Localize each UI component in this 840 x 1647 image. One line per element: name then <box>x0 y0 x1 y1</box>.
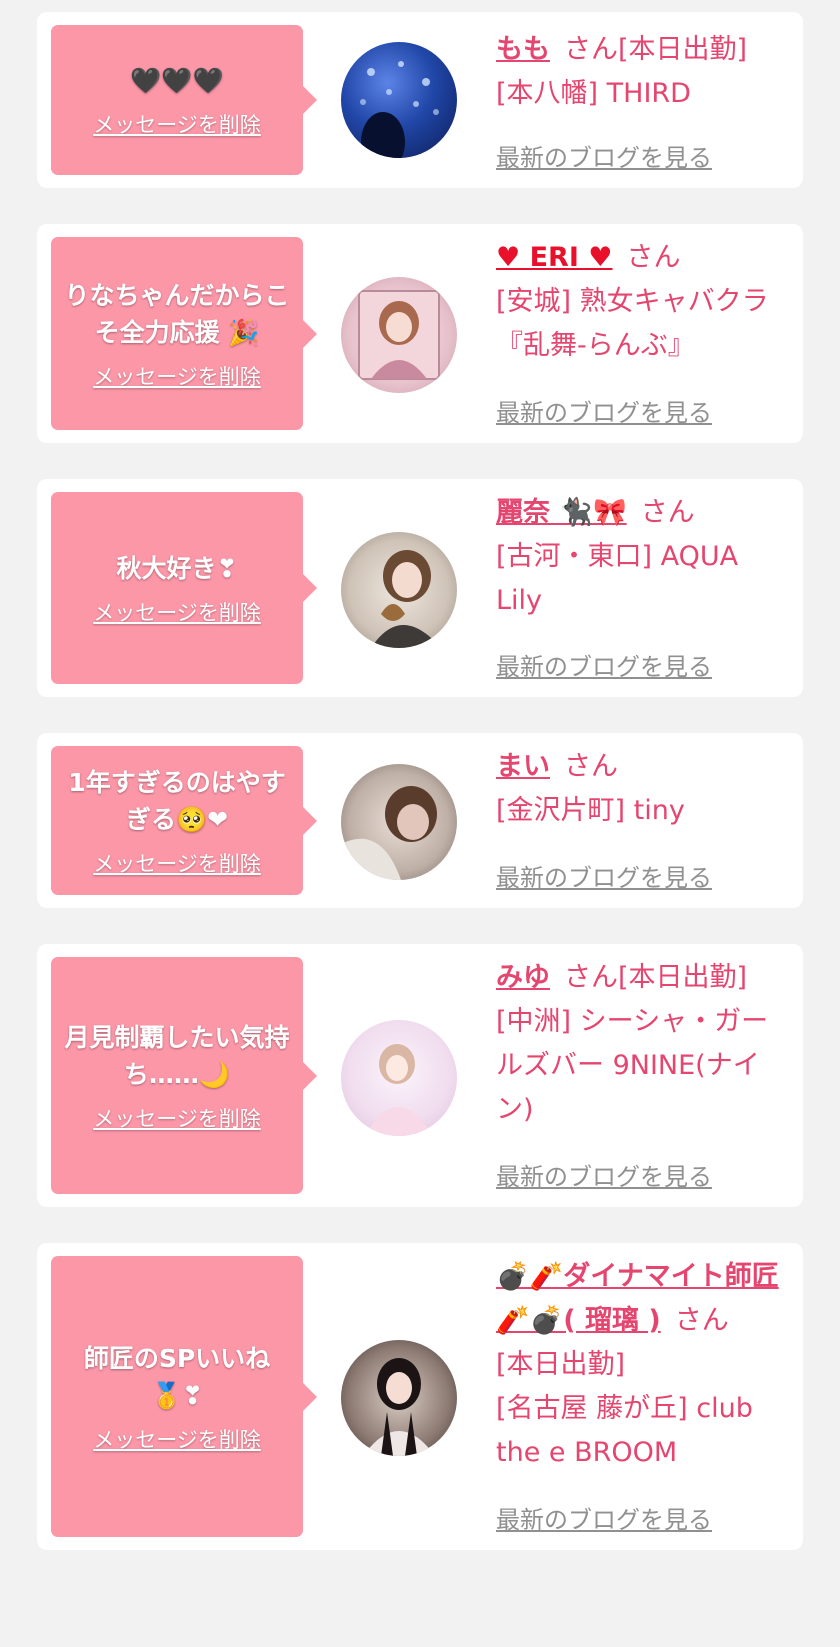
honorific: さん <box>640 497 695 528</box>
message-text: 月見制覇したい気持ち……🌙 <box>64 1022 290 1089</box>
message-bubble: 秋大好き❣ メッセージを削除 <box>51 492 317 684</box>
delete-message-link[interactable]: メッセージを削除 <box>93 1103 261 1133</box>
user-name-link[interactable]: 麗奈 🐈‍⬛🎀 <box>496 497 627 528</box>
latest-blog-link[interactable]: 最新のブログを見る <box>496 1157 712 1192</box>
delete-message-link[interactable]: メッセージを削除 <box>93 597 261 627</box>
avatar[interactable] <box>341 1020 457 1136</box>
user-name-link[interactable]: まい <box>496 751 550 782</box>
message-bubble: りなちゃんだからこそ全力応援 🎉 メッセージを削除 <box>51 237 317 430</box>
delete-message-link[interactable]: メッセージを削除 <box>93 848 261 878</box>
avatar-image <box>341 786 437 880</box>
user-info: 麗奈 🐈‍⬛🎀 さん [古河・東口] AQUA Lily <box>496 491 786 623</box>
list-item: りなちゃんだからこそ全力応援 🎉 メッセージを削除 ♥ ERI ♥ さん [安城]… <box>37 224 803 443</box>
user-name-link[interactable]: みゆ <box>496 962 550 993</box>
shop-name: [古河・東口] AQUA Lily <box>496 541 739 616</box>
delete-message-link[interactable]: メッセージを削除 <box>93 361 261 391</box>
avatar-image <box>365 1044 433 1136</box>
message-text: 秋大好き❣ <box>116 553 238 583</box>
avatar[interactable] <box>341 1340 457 1456</box>
status-badge: [本日出勤] <box>496 1349 626 1380</box>
honorific: さん <box>564 751 618 782</box>
message-bubble: 師匠のSPいいね🥇❣ メッセージを削除 <box>51 1256 317 1537</box>
user-name-link[interactable]: もも <box>496 34 550 65</box>
latest-blog-link[interactable]: 最新のブログを見る <box>496 1500 712 1535</box>
message-text: りなちゃんだからこそ全力応援 🎉 <box>64 280 290 347</box>
user-info: ♥ ERI ♥ さん [安城] 熟女キャバクラ『乱舞-らんぶ』 <box>496 236 786 368</box>
list-item: 🖤🖤🖤 メッセージを削除 もも さん[本日出勤] [本八幡] THIRD 最新のブ… <box>37 12 803 188</box>
avatar[interactable] <box>341 42 457 158</box>
shop-name: [本八幡] THIRD <box>496 78 691 109</box>
user-info: みゆ さん[本日出勤] [中洲] シーシャ・ガールズバー 9NINE(ナイン) <box>496 956 786 1132</box>
shop-name: [安城] 熟女キャバクラ『乱舞-らんぶ』 <box>496 286 769 361</box>
honorific: さん <box>564 34 618 65</box>
message-text: 🖤🖤🖤 <box>130 65 224 95</box>
delete-message-link[interactable]: メッセージを削除 <box>93 1424 261 1454</box>
user-name-link[interactable]: ♥ ERI ♥ <box>496 242 613 273</box>
avatar-image <box>358 290 440 380</box>
status-badge: [本日出勤] <box>618 34 748 65</box>
message-list: 🖤🖤🖤 メッセージを削除 もも さん[本日出勤] [本八幡] THIRD 最新のブ… <box>0 0 840 1647</box>
user-info: 💣🧨ダイナマイト師匠🧨💣( 瑠璃 ) さん [本日出勤] [名古屋 藤が丘] cl… <box>496 1255 786 1475</box>
latest-blog-link[interactable]: 最新のブログを見る <box>496 647 712 682</box>
honorific: さん <box>626 242 681 273</box>
avatar-image <box>360 61 439 158</box>
list-item: 師匠のSPいいね🥇❣ メッセージを削除 💣🧨ダイナマイト師匠🧨💣( 瑠璃 ) さん… <box>37 1243 803 1550</box>
latest-blog-link[interactable]: 最新のブログを見る <box>496 138 712 173</box>
avatar[interactable] <box>341 764 457 880</box>
honorific: さん <box>674 1305 729 1336</box>
honorific: さん <box>564 962 618 993</box>
user-name-link[interactable]: 💣🧨ダイナマイト師匠🧨💣( 瑠璃 ) <box>496 1261 779 1336</box>
avatar[interactable] <box>341 532 457 648</box>
message-bubble: 1年すぎるのはやすぎる🥺❤ メッセージを削除 <box>51 746 317 895</box>
latest-blog-link[interactable]: 最新のブログを見る <box>496 858 712 893</box>
delete-message-link[interactable]: メッセージを削除 <box>93 109 261 139</box>
list-item: 月見制覇したい気持ち……🌙 メッセージを削除 みゆ さん[本日出勤] [中洲] シ… <box>37 944 803 1207</box>
avatar-image <box>363 1358 435 1456</box>
avatar-image <box>371 550 441 648</box>
user-info: もも さん[本日出勤] [本八幡] THIRD <box>496 28 786 116</box>
list-item: 秋大好き❣ メッセージを削除 麗奈 🐈‍⬛🎀 さん [古河・東口] AQUA Li… <box>37 479 803 697</box>
latest-blog-link[interactable]: 最新のブログを見る <box>496 393 712 428</box>
shop-name: [金沢片町] tiny <box>496 795 685 826</box>
user-info: まい さん [金沢片町] tiny <box>496 745 786 833</box>
message-text: 1年すぎるのはやすぎる🥺❤ <box>68 767 286 834</box>
status-badge: [本日出勤] <box>618 962 748 993</box>
list-item: 1年すぎるのはやすぎる🥺❤ メッセージを削除 まい さん [金沢片町] tiny … <box>37 733 803 908</box>
message-bubble: 月見制覇したい気持ち……🌙 メッセージを削除 <box>51 957 317 1194</box>
shop-name: [中洲] シーシャ・ガールズバー 9NINE(ナイン) <box>496 1006 769 1125</box>
message-text: 師匠のSPいいね🥇❣ <box>83 1343 271 1410</box>
message-bubble: 🖤🖤🖤 メッセージを削除 <box>51 25 317 175</box>
shop-name: [名古屋 藤が丘] club the e BROOM <box>496 1393 753 1468</box>
avatar[interactable] <box>341 277 457 393</box>
